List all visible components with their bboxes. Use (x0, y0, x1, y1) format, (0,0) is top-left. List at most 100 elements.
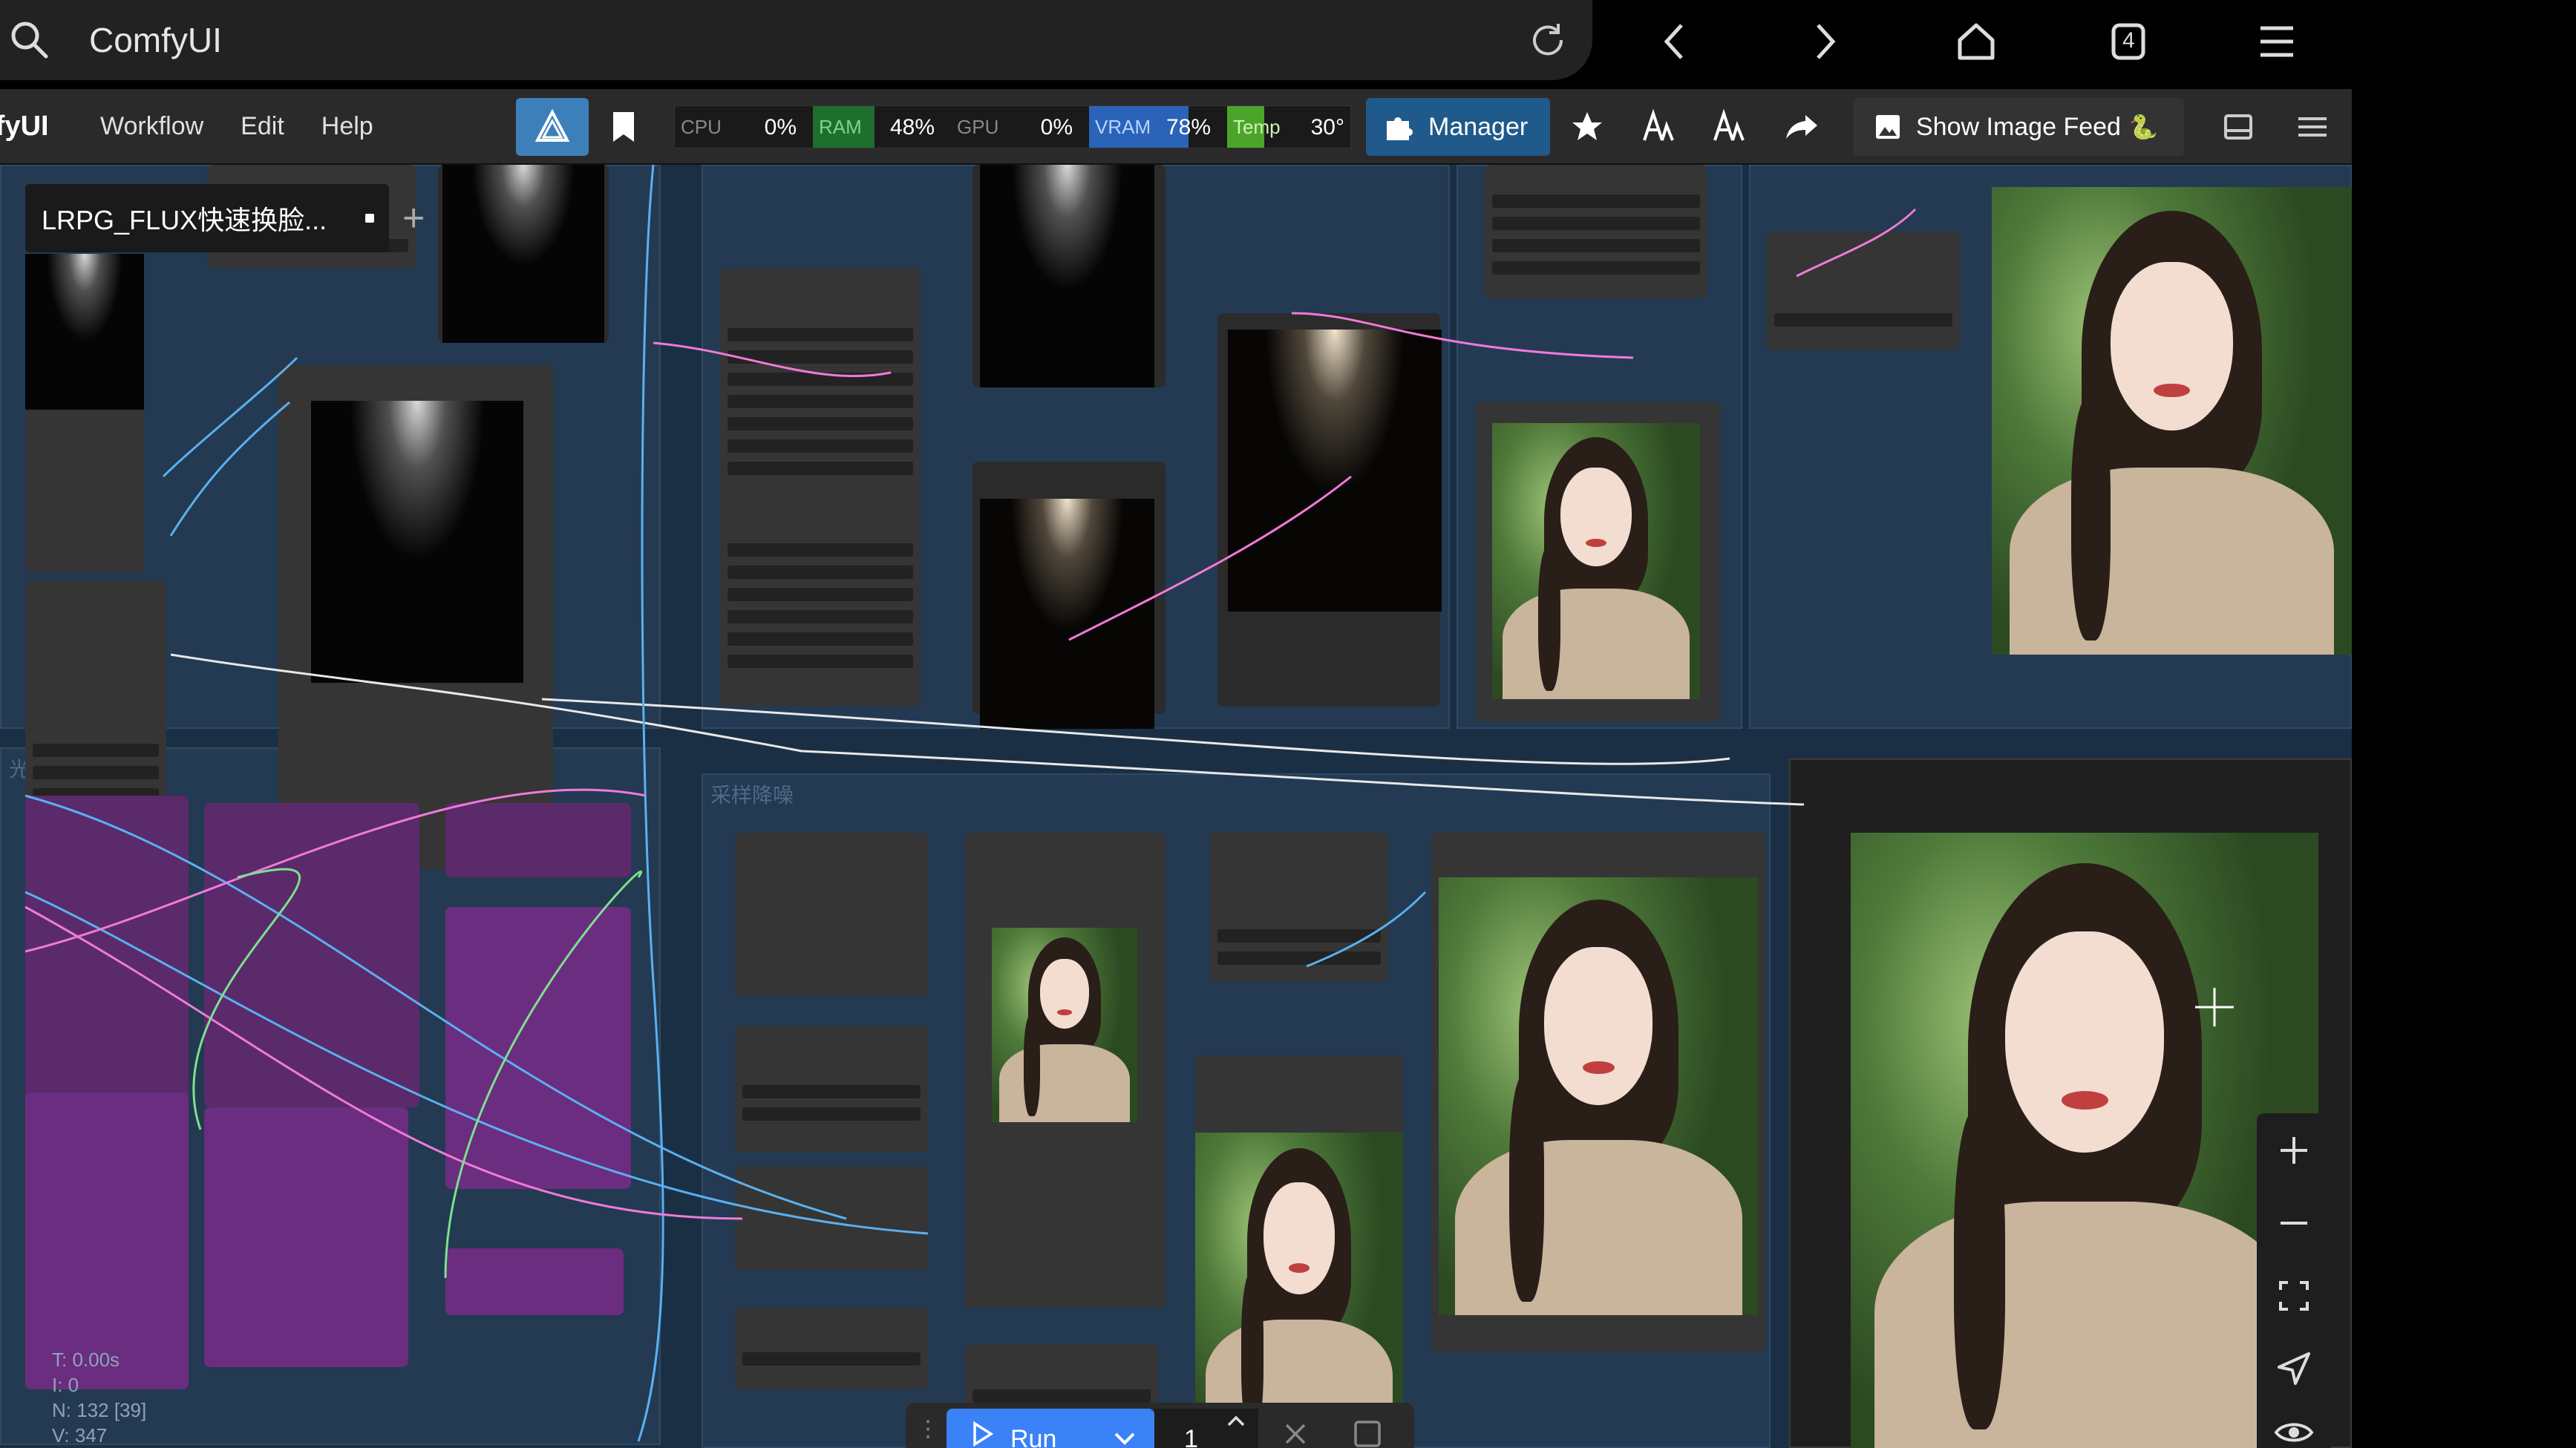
tabs-button[interactable]: 4 (2105, 18, 2152, 65)
node-mask[interactable] (1767, 232, 1960, 350)
comfy-logo-button[interactable] (516, 98, 589, 156)
star-icon[interactable] (1566, 98, 1608, 156)
panel-toggle-icon[interactable] (2220, 98, 2257, 156)
portrait-image-c (992, 928, 1137, 1122)
gpu-value: 0% (1040, 115, 1073, 140)
temp-meter: Temp 30° (1227, 106, 1350, 148)
crystools-icon-1[interactable] (1637, 98, 1678, 156)
menu-icon[interactable] (2253, 18, 2301, 65)
workflow-tab[interactable]: LRPG_FLUX快速换脸... (25, 184, 389, 252)
node-purple-f[interactable] (204, 1107, 408, 1367)
node-purple-c[interactable] (445, 803, 631, 877)
node-light-e[interactable] (972, 462, 1166, 729)
cpu-value: 0% (764, 115, 797, 140)
back-icon[interactable] (1652, 18, 1699, 65)
workflow-tab-title: LRPG_FLUX快速换脸... (42, 205, 327, 235)
node-sampler-c[interactable] (735, 1167, 928, 1271)
zoom-controls (2257, 1113, 2331, 1448)
image-feed-icon (1876, 115, 1900, 139)
portrait-image-b (1992, 187, 2352, 655)
node-sampler-b[interactable] (735, 1026, 928, 1152)
node-purple-d[interactable] (445, 907, 631, 1189)
temp-value: 30° (1310, 115, 1344, 140)
node-purple-a[interactable] (25, 796, 189, 1107)
ram-value: 48% (889, 115, 935, 140)
eye-icon[interactable] (2272, 1410, 2316, 1448)
navigate-icon[interactable] (2272, 1346, 2316, 1391)
node-purple-g[interactable] (445, 1248, 624, 1315)
portrait-image-d (1195, 1133, 1403, 1444)
node-prompt-a[interactable] (720, 269, 921, 707)
show-image-feed-button[interactable]: Show Image Feed 🐍 (1854, 98, 2184, 156)
group-title-sampling: 采样降噪 (710, 784, 794, 807)
hamburger-icon[interactable] (2294, 98, 2331, 156)
crosshair-cursor-icon (2195, 988, 2234, 1026)
ram-label: RAM (819, 115, 862, 138)
node-light-f[interactable] (1217, 313, 1442, 707)
increment-icon[interactable] (1223, 1409, 1249, 1431)
stop-icon[interactable] (1351, 1418, 1384, 1448)
menu-workflow[interactable]: Workflow (100, 112, 203, 141)
run-label: Run (1010, 1425, 1057, 1448)
queue-count-input[interactable]: 1 (1154, 1409, 1258, 1448)
home-icon[interactable] (1952, 18, 2000, 65)
node-preview-small[interactable] (1476, 402, 1721, 721)
portrait-image-a (1492, 423, 1700, 699)
bookmark-icon (613, 112, 634, 142)
ray-image-c (311, 401, 523, 683)
queue-count: 1 (1184, 1425, 1198, 1448)
new-tab-plus-icon[interactable]: + (402, 199, 425, 237)
bookmark-button[interactable] (594, 98, 653, 156)
ray-image-e (980, 499, 1154, 729)
node-preview-large[interactable] (1431, 833, 1765, 1352)
manager-label: Manager (1428, 112, 1529, 141)
node-light-d[interactable] (972, 165, 1166, 387)
image-feed-label: Show Image Feed (1916, 112, 2121, 141)
search-icon (11, 22, 48, 59)
fit-view-icon[interactable] (2272, 1274, 2316, 1318)
portrait-image-e (1439, 877, 1758, 1315)
output-image (1851, 833, 2318, 1448)
manager-button[interactable]: Manager (1366, 98, 1550, 156)
ray-image-a (25, 254, 144, 410)
node-sampler-d[interactable] (735, 1308, 928, 1389)
reload-icon[interactable] (1526, 18, 1570, 62)
node-light-b[interactable] (438, 165, 609, 343)
node-list[interactable] (1485, 165, 1707, 298)
unsaved-dot (365, 214, 374, 223)
node-purple-e[interactable] (25, 1092, 189, 1389)
gpu-label: GPU (957, 115, 999, 138)
cancel-icon[interactable] (1281, 1419, 1310, 1448)
canvas-stats: T: 0.00s I: 0 N: 132 [39] V: 347 (52, 1347, 146, 1448)
zoom-out-icon[interactable] (2272, 1201, 2316, 1245)
snake-icon: 🐍 (2128, 114, 2158, 140)
ray-image-b (442, 165, 604, 343)
node-canvas[interactable]: 光源 采样降噪 (0, 165, 2352, 1448)
app-menubar: mfyUI Workflow Edit Help CPU 0% RAM 48% … (0, 89, 2352, 165)
crystools-icon-2[interactable] (1707, 98, 1749, 156)
tab-count: 4 (2122, 28, 2135, 53)
menu-help[interactable]: Help (321, 112, 373, 141)
node-params-a[interactable] (25, 580, 166, 833)
node-purple-b[interactable] (204, 803, 419, 1107)
node-face-crop[interactable] (965, 833, 1166, 1308)
stat-v: V: 347 (52, 1424, 108, 1447)
run-button[interactable]: Run (947, 1409, 1154, 1448)
forward-icon[interactable] (1800, 18, 1848, 65)
node-preview-mid[interactable] (1195, 1055, 1403, 1448)
menu-edit[interactable]: Edit (241, 112, 284, 141)
ray-image-d (980, 165, 1154, 387)
share-icon[interactable] (1782, 98, 1823, 156)
run-dropdown-icon[interactable] (1110, 1428, 1140, 1448)
cpu-meter: CPU 0% (675, 106, 802, 148)
queue-bar: ⋮⋮ Run 1 (906, 1403, 1414, 1448)
node-detailer-a[interactable] (1210, 833, 1388, 981)
node-sampler-a[interactable] (735, 833, 928, 996)
gpu-meter: GPU 0% (951, 106, 1079, 148)
vram-meter: VRAM 78% (1089, 106, 1217, 148)
address-bar[interactable]: ComfyUI (0, 0, 1592, 80)
play-icon (973, 1421, 994, 1447)
node-light-a[interactable] (25, 254, 144, 683)
zoom-in-icon[interactable] (2272, 1128, 2316, 1173)
node-light-c[interactable] (278, 365, 553, 870)
